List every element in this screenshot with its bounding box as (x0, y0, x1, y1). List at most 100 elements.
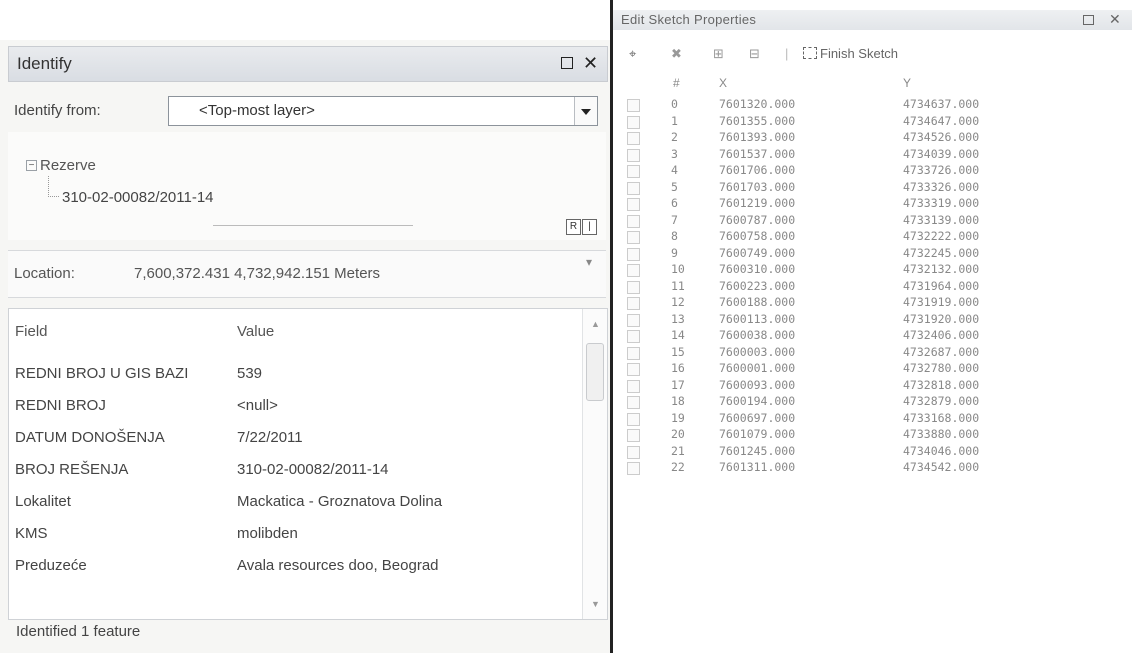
scroll-thumb[interactable] (586, 343, 604, 401)
field-cell: REDNI BROJ (15, 397, 106, 414)
vertex-checkbox[interactable] (627, 462, 640, 475)
view-buttons: R | (566, 216, 598, 235)
table-row[interactable]: Preduzeće Avala resources doo, Beograd (9, 557, 579, 587)
vertex-checkbox[interactable] (627, 99, 640, 112)
vertex-row[interactable]: 20 7601079.000 4733880.000 (613, 427, 1132, 443)
vertex-y-cell: 4733726.000 (903, 163, 980, 177)
vertex-checkbox[interactable] (627, 313, 640, 327)
vertex-row[interactable]: 3 7601537.000 4734039.000 (613, 147, 1132, 163)
vertex-checkbox[interactable] (627, 247, 640, 261)
vertex-row[interactable]: 12 7600188.000 4731919.000 (613, 295, 1132, 311)
identify-from-label: Identify from: (14, 102, 101, 119)
vertex-number-cell: 3 (671, 146, 678, 161)
vertex-row[interactable]: 6 7601219.000 4733319.000 (613, 196, 1132, 212)
vertex-row[interactable]: 16 7600001.000 4732780.000 (613, 361, 1132, 377)
vertex-row[interactable]: 13 7600113.000 4731920.000 (613, 312, 1132, 328)
vertex-checkbox[interactable] (627, 165, 640, 178)
vertex-checkbox[interactable] (627, 148, 640, 162)
vertex-checkbox[interactable] (627, 181, 640, 195)
chevron-down-icon[interactable] (574, 97, 597, 125)
vertex-row[interactable]: 18 7600194.000 4732879.000 (613, 394, 1132, 410)
x-column-header: X (719, 76, 728, 90)
vertex-x-cell: 7601245.000 (719, 443, 796, 458)
vertex-row[interactable]: 2 7601393.000 4734526.000 (613, 130, 1132, 146)
delete-vertex-icon[interactable]: ✖ (671, 46, 682, 62)
vertex-checkbox[interactable] (627, 280, 640, 294)
vertex-row[interactable]: 17 7600093.000 4732818.000 (613, 378, 1132, 394)
restore-icon[interactable] (561, 57, 573, 69)
vertex-checkbox[interactable] (627, 379, 640, 393)
vertex-checkbox[interactable] (627, 297, 640, 310)
vertex-checkbox[interactable] (627, 330, 640, 343)
vertex-checkbox[interactable] (627, 363, 640, 376)
vertical-scrollbar[interactable]: ▲ ▼ (582, 309, 607, 619)
vertex-row[interactable]: 19 7600697.000 4733168.000 (613, 411, 1132, 427)
close-icon[interactable]: ✕ (583, 53, 598, 73)
vertex-row[interactable]: 14 7600038.000 4732406.000 (613, 328, 1132, 344)
location-dropdown-icon[interactable]: ▾ (586, 255, 592, 269)
table-row[interactable]: Lokalitet Mackatica - Groznatova Dolina (9, 493, 579, 523)
split-icon[interactable]: ⊟ (749, 46, 760, 62)
vertex-checkbox[interactable] (627, 132, 640, 145)
vertex-row[interactable]: 9 7600749.000 4732245.000 (613, 246, 1132, 262)
close-icon[interactable]: ✕ (1109, 11, 1121, 28)
vertex-checkbox[interactable] (627, 198, 640, 211)
table-row[interactable]: DATUM DONOŠENJA 7/22/2011 (9, 429, 579, 459)
vertex-number-cell: 0 (671, 97, 678, 111)
details-view-icon[interactable]: R (566, 219, 581, 235)
vertex-y-cell: 4732222.000 (903, 229, 980, 243)
vertex-row[interactable]: 10 7600310.000 4732132.000 (613, 262, 1132, 278)
move-vertex-icon[interactable]: ⊞ (713, 46, 724, 62)
vertex-y-cell: 4731919.000 (903, 295, 980, 309)
insert-vertex-icon[interactable]: ⌖ (629, 46, 636, 62)
tree-feature-node[interactable]: 310-02-00082/2011-14 (62, 189, 214, 206)
vertex-checkbox[interactable] (627, 396, 640, 409)
table-row[interactable]: REDNI BROJ <null> (9, 397, 579, 427)
value-column-header: Value (237, 323, 275, 340)
list-view-icon[interactable]: | (582, 219, 597, 235)
vertex-checkbox[interactable] (627, 264, 640, 277)
vertex-row[interactable]: 5 7601703.000 4733326.000 (613, 180, 1132, 196)
vertex-checkbox[interactable] (627, 429, 640, 442)
vertex-number-cell: 11 (671, 278, 685, 293)
field-cell: DATUM DONOŠENJA (15, 429, 165, 446)
vertex-row[interactable]: 1 7601355.000 4734647.000 (613, 114, 1132, 130)
vertex-row[interactable]: 0 7601320.000 4734637.000 (613, 97, 1132, 113)
collapse-icon[interactable]: − (26, 160, 37, 171)
identify-from-dropdown[interactable]: <Top-most layer> (168, 96, 598, 126)
vertex-checkbox[interactable] (627, 412, 640, 426)
vertex-checkbox[interactable] (627, 445, 640, 459)
vertex-row[interactable]: 22 7601311.000 4734542.000 (613, 460, 1132, 476)
vertex-checkbox[interactable] (627, 231, 640, 244)
finish-sketch-button[interactable]: Finish Sketch (803, 46, 898, 61)
tree-layer-node[interactable]: Rezerve (40, 157, 96, 174)
identify-titlebar[interactable]: Identify ✕ (8, 46, 608, 82)
table-row[interactable]: REDNI BROJ U GIS BAZI 539 (9, 365, 579, 395)
vertex-checkbox[interactable] (627, 115, 640, 129)
sketch-titlebar[interactable]: Edit Sketch Properties ✕ (613, 10, 1132, 30)
table-row[interactable]: BROJ REŠENJA 310-02-00082/2011-14 (9, 461, 579, 491)
vertex-number-cell: 21 (671, 443, 685, 458)
vertex-x-cell: 7600787.000 (719, 212, 796, 227)
vertex-row[interactable]: 21 7601245.000 4734046.000 (613, 444, 1132, 460)
splitter[interactable] (213, 225, 413, 226)
vertex-y-cell: 4733168.000 (903, 410, 980, 425)
vertex-y-cell: 4732132.000 (903, 262, 980, 276)
vertex-y-cell: 4734526.000 (903, 130, 980, 144)
vertex-x-cell: 7601320.000 (719, 97, 796, 111)
restore-icon[interactable] (1083, 15, 1094, 25)
vertex-row[interactable]: 11 7600223.000 4731964.000 (613, 279, 1132, 295)
scroll-up-icon[interactable]: ▲ (591, 319, 600, 329)
vertex-row[interactable]: 8 7600758.000 4732222.000 (613, 229, 1132, 245)
vertex-row[interactable]: 7 7600787.000 4733139.000 (613, 213, 1132, 229)
vertex-number-cell: 6 (671, 196, 678, 210)
vertex-y-cell: 4733319.000 (903, 196, 980, 210)
vertex-x-cell: 7601311.000 (719, 460, 796, 474)
vertex-row[interactable]: 4 7601706.000 4733726.000 (613, 163, 1132, 179)
table-row[interactable]: KMS molibden (9, 525, 579, 555)
scroll-down-icon[interactable]: ▼ (591, 599, 600, 609)
vertex-row[interactable]: 15 7600003.000 4732687.000 (613, 345, 1132, 361)
vertex-x-cell: 7601703.000 (719, 179, 796, 194)
vertex-checkbox[interactable] (627, 346, 640, 360)
vertex-checkbox[interactable] (627, 214, 640, 228)
